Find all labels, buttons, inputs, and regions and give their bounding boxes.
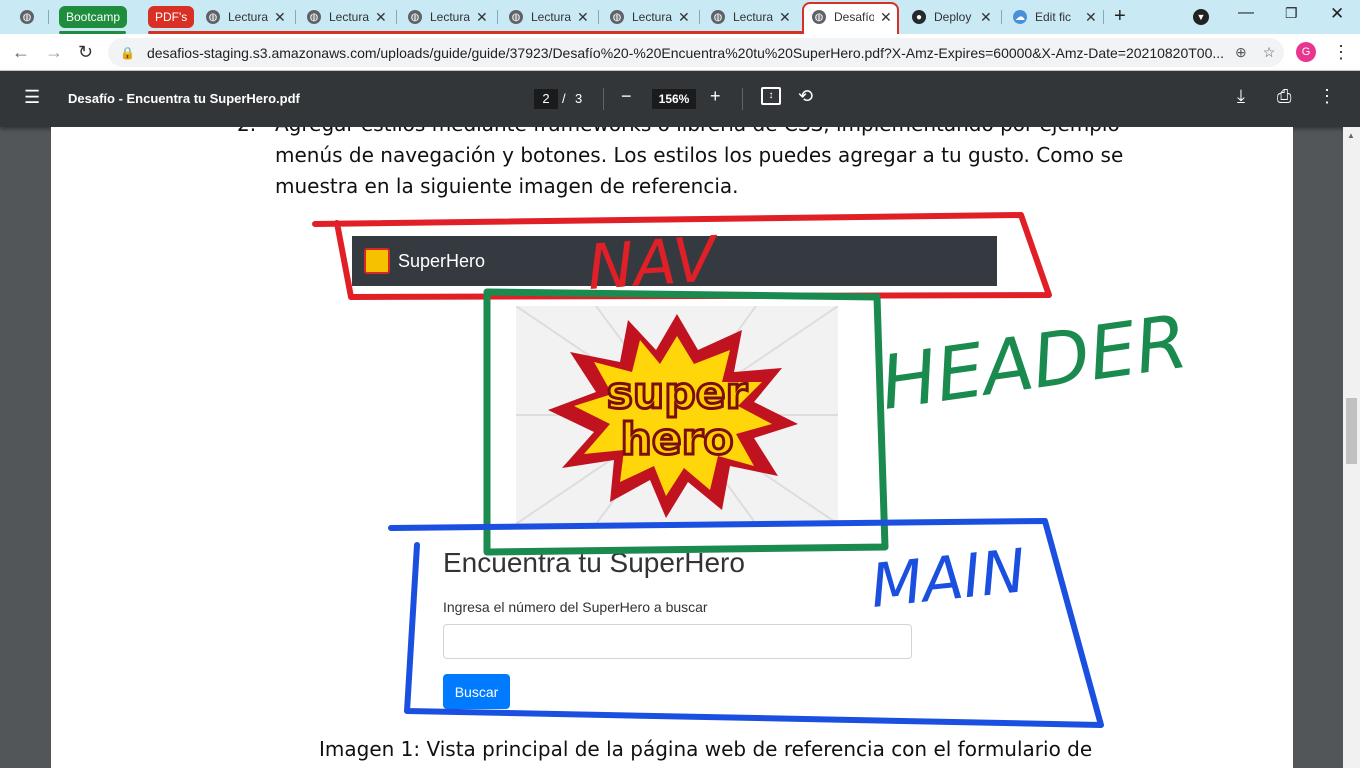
zoom-out-icon[interactable]: − <box>621 86 632 107</box>
globe-icon: ◍ <box>610 10 624 24</box>
tab-title: Lectura <box>531 10 571 24</box>
close-icon[interactable]: ✕ <box>779 9 791 26</box>
zoom-in-icon[interactable]: + <box>710 86 721 107</box>
tab-lectura-4[interactable]: ◍ Lectura ✕ <box>509 4 589 30</box>
figure-caption: Imagen 1: Vista principal de la página w… <box>319 737 1093 761</box>
tab-strip: ◍ Bootcamp PDF's ◍ Lectura ✕ ◍ Lectura ✕ ◍ Le… <box>0 0 1360 34</box>
annotation-layer: NAV HEADER MAIN <box>312 212 1193 728</box>
avatar[interactable]: G <box>1296 42 1316 62</box>
close-icon[interactable]: ✕ <box>476 9 488 26</box>
globe-icon: ◍ <box>307 10 321 24</box>
globe-icon: ◍ <box>408 10 422 24</box>
github-icon: ● <box>912 10 926 24</box>
page-separator: / <box>562 91 566 106</box>
forward-icon[interactable]: → <box>45 42 63 63</box>
tab-title: Lectura <box>329 10 369 24</box>
fit-page-icon[interactable]: ↕ <box>761 87 781 105</box>
more-vert-icon[interactable]: ⋮ <box>1332 42 1350 63</box>
page-number-input[interactable]: 2 <box>534 89 558 109</box>
close-icon[interactable]: ✕ <box>577 9 589 26</box>
zoom-icon[interactable]: ⊕ <box>1235 44 1247 61</box>
tab-lectura-1[interactable]: ◍ Lectura ✕ <box>206 4 286 30</box>
close-icon[interactable]: ✕ <box>980 9 992 26</box>
tab-separator <box>497 10 498 24</box>
tab-title: Lectura <box>632 10 672 24</box>
header-annotation-text: HEADER <box>876 299 1193 427</box>
globe-icon: ◍ <box>711 10 725 24</box>
address-bar[interactable]: 🔒 desafios-staging.s3.amazonaws.com/uplo… <box>108 38 1284 67</box>
tab-search-icon[interactable]: ▼ <box>1193 9 1209 25</box>
tab-title: Lectura <box>733 10 773 24</box>
pinned-tab[interactable]: ◍ <box>20 4 42 30</box>
tab-title: Edit fic <box>1035 10 1072 24</box>
more-vert-icon[interactable]: ⋮ <box>1318 86 1336 107</box>
tab-group-label: Bootcamp <box>66 10 121 24</box>
tab-separator <box>1103 10 1104 24</box>
globe-icon: ◍ <box>509 10 523 24</box>
url-text: desafios-staging.s3.amazonaws.com/upload… <box>146 44 1225 61</box>
tab-separator <box>396 10 397 24</box>
close-icon[interactable]: ✕ <box>274 9 286 26</box>
header-outline <box>483 288 889 556</box>
close-icon[interactable]: ✕ <box>678 9 690 26</box>
menu-icon[interactable]: ☰ <box>24 87 40 108</box>
tab-title: Lectura <box>430 10 470 24</box>
nav-annotation-text: NAV <box>585 222 722 304</box>
tab-group-pdfs[interactable]: PDF's <box>148 6 195 28</box>
minimize-icon[interactable]: — <box>1238 4 1254 22</box>
tab-title: Desafío <box>834 10 874 24</box>
tab-title: Deploy <box>934 10 972 24</box>
tab-deploy[interactable]: ● Deploy ✕ <box>912 4 992 30</box>
pdf-toolbar: ☰ Desafío - Encuentra tu SuperHero.pdf 2… <box>0 71 1360 127</box>
toolbar: ← → ↻ 🔒 desafios-staging.s3.amazonaws.co… <box>0 34 1360 71</box>
close-icon[interactable]: ✕ <box>880 9 892 26</box>
cloud-icon: ☁ <box>1013 10 1027 24</box>
tab-separator <box>699 10 700 24</box>
back-icon[interactable]: ← <box>12 42 30 63</box>
tab-group-bootcamp[interactable]: Bootcamp <box>59 6 128 28</box>
rotate-icon[interactable]: ⟲ <box>798 86 813 107</box>
globe-icon: ◍ <box>20 10 34 24</box>
lock-icon: 🔒 <box>120 45 135 60</box>
main-annotation-text: MAIN <box>867 536 1029 622</box>
page-total: 3 <box>575 91 583 106</box>
pdf-page: 2. Agregar estilos mediante frameworks o… <box>51 127 1293 768</box>
tab-separator <box>48 10 49 24</box>
divider <box>603 88 604 110</box>
document-title: Desafío - Encuentra tu SuperHero.pdf <box>68 91 300 106</box>
close-icon[interactable]: ✕ <box>375 9 387 26</box>
print-icon[interactable]: ⎙ <box>1277 86 1291 107</box>
tab-group-label: PDF's <box>155 10 188 24</box>
restore-icon[interactable]: ❐ <box>1285 5 1298 22</box>
globe-icon: ◍ <box>206 10 220 24</box>
scroll-up-icon[interactable]: ▲ <box>1347 131 1355 140</box>
star-icon[interactable]: ☆ <box>1263 44 1276 61</box>
tab-lectura-3[interactable]: ◍ Lectura ✕ <box>408 4 488 30</box>
close-window-icon[interactable]: ✕ <box>1330 4 1344 24</box>
reload-icon[interactable]: ↻ <box>78 42 93 63</box>
download-icon[interactable]: ⤓ <box>1237 86 1245 107</box>
tab-title: Lectura <box>228 10 268 24</box>
tab-edit-file[interactable]: ☁ Edit fic ✕ <box>1013 4 1097 30</box>
tab-separator <box>1001 10 1002 24</box>
tab-lectura-6[interactable]: ◍ Lectura ✕ <box>711 4 791 30</box>
tab-lectura-2[interactable]: ◍ Lectura ✕ <box>307 4 387 30</box>
globe-icon: ◍ <box>812 10 826 24</box>
new-tab-icon[interactable]: + <box>1114 5 1126 28</box>
tab-lectura-5[interactable]: ◍ Lectura ✕ <box>610 4 690 30</box>
scrollbar-thumb[interactable] <box>1346 398 1357 464</box>
divider <box>742 88 743 110</box>
zoom-level-input[interactable]: 156% <box>652 89 696 109</box>
close-icon[interactable]: ✕ <box>1085 9 1097 26</box>
tab-desafio-active[interactable]: ◍ Desafío ✕ <box>812 4 892 30</box>
tab-separator <box>598 10 599 24</box>
tab-separator <box>295 10 296 24</box>
